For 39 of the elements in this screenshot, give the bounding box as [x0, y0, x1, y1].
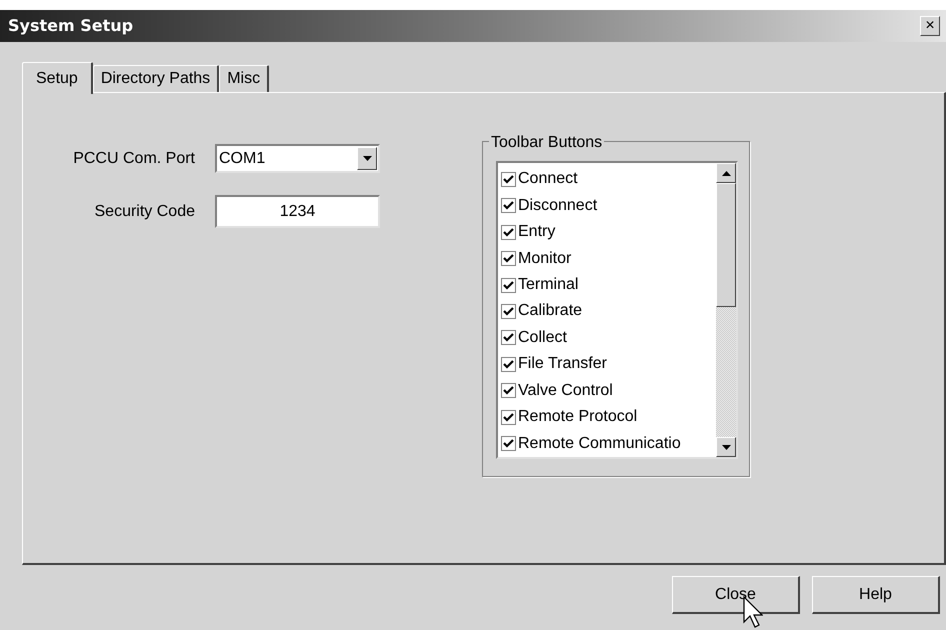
- close-button[interactable]: ×: [920, 16, 940, 36]
- list-item-label[interactable]: Valve Control: [518, 378, 613, 403]
- scrollbar[interactable]: [716, 163, 736, 457]
- list-item-label[interactable]: Disconnect: [518, 194, 598, 218]
- window-title: System Setup: [8, 15, 134, 37]
- list-item-label[interactable]: Connect: [518, 167, 578, 192]
- checkbox[interactable]: [501, 198, 516, 214]
- checkbox[interactable]: [501, 278, 516, 293]
- list-item-label[interactable]: Calibrate: [518, 299, 582, 324]
- list-item-label[interactable]: Entry: [518, 220, 556, 244]
- list-item-label[interactable]: Collect: [518, 326, 567, 350]
- list-item-label[interactable]: Remote Protocol: [518, 405, 638, 430]
- list-item-label[interactable]: Remote Communicatio: [518, 432, 681, 456]
- checkbox[interactable]: [501, 436, 516, 452]
- down-arrow-icon: [722, 444, 730, 450]
- security-code-field[interactable]: 1234: [215, 195, 380, 228]
- tab[interactable]: Setup: [22, 62, 93, 94]
- checkbox[interactable]: [501, 410, 516, 425]
- list-item-label[interactable]: Terminal: [518, 273, 578, 298]
- checkbox[interactable]: [501, 330, 516, 346]
- checkbox[interactable]: [501, 304, 516, 319]
- close-dialog-button[interactable]: Close: [672, 576, 800, 614]
- checkbox[interactable]: [501, 172, 516, 187]
- help-button[interactable]: Help: [812, 576, 940, 614]
- up-arrow-icon: [722, 170, 730, 176]
- field-label: PCCU Com. Port: [72, 148, 196, 168]
- scroll-up-button[interactable]: [716, 163, 736, 183]
- tab[interactable]: Misc: [219, 65, 270, 92]
- scroll-thumb[interactable]: [716, 183, 736, 307]
- list-item-label[interactable]: Monitor: [518, 246, 572, 271]
- checkbox[interactable]: [501, 356, 516, 372]
- checkbox[interactable]: [501, 251, 516, 266]
- tab[interactable]: Directory Paths: [92, 65, 220, 92]
- port-dropdown[interactable]: COM1: [215, 144, 380, 173]
- checkbox[interactable]: [501, 224, 516, 240]
- list-item-label[interactable]: File Transfer: [518, 352, 607, 376]
- checkbox[interactable]: [501, 383, 516, 398]
- scroll-down-button[interactable]: [716, 437, 736, 457]
- field-label: Security Code: [94, 202, 196, 222]
